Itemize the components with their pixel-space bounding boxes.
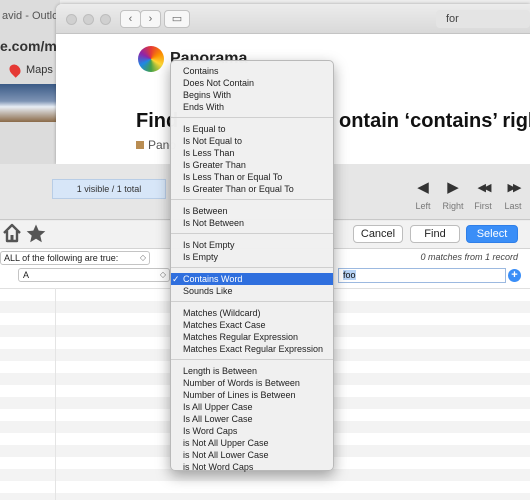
menu-item[interactable]: ✓ Contains Word xyxy=(171,273,333,285)
menu-item[interactable]: is Not All Lower Case xyxy=(171,449,333,461)
nav-last-label: Last xyxy=(504,201,522,211)
menu-item[interactable]: Is Word Caps xyxy=(171,425,333,437)
menu-item[interactable]: Is Greater Than or Equal To xyxy=(171,183,333,195)
menu-item[interactable]: Matches Exact Case xyxy=(171,319,333,331)
menu-item[interactable]: is Not All Upper Case xyxy=(171,437,333,449)
bookmark-maps[interactable]: Maps xyxy=(7,62,53,78)
browser-tab-title[interactable]: avid - Outlo xyxy=(0,10,60,32)
article-headline-right: ontain ‘contains’ right xyxy=(339,110,530,132)
menu-item[interactable]: Is Not Between xyxy=(171,217,333,229)
background-photo xyxy=(0,84,58,122)
sidebar-toggle-icon[interactable]: ▭ xyxy=(164,10,190,28)
nav-last-button[interactable]: ▶▶ Last xyxy=(498,178,528,211)
back-button[interactable]: ‹ xyxy=(120,10,141,28)
record-count-badge: 1 visible / 1 total xyxy=(52,179,166,199)
checkmark-icon: ✓ xyxy=(172,274,180,284)
menu-item[interactable]: Is All Lower Case xyxy=(171,413,333,425)
category-square-icon xyxy=(136,141,144,149)
menu-item[interactable]: Sounds Like xyxy=(171,285,333,297)
menu-item[interactable]: Begins With xyxy=(171,89,333,101)
last-arrow-icon: ▶▶ xyxy=(507,182,522,194)
menu-item[interactable]: Matches Exact Regular Expression xyxy=(171,343,333,355)
menu-item[interactable]: Is Not Equal to xyxy=(171,135,333,147)
menu-item[interactable]: Does Not Contain xyxy=(171,77,333,89)
menu-item[interactable]: Is All Upper Case xyxy=(171,401,333,413)
window-minimize-icon[interactable] xyxy=(83,14,94,25)
background-browser-window: avid - Outlo e.com/mail/ Maps xyxy=(0,0,60,165)
browser-url-fragment[interactable]: e.com/mail/ xyxy=(0,38,60,60)
nav-right-label: Right xyxy=(442,201,464,211)
first-arrow-icon: ◀◀ xyxy=(477,182,492,194)
star-icon[interactable] xyxy=(26,224,46,243)
left-arrow-icon: ◀ xyxy=(417,179,429,196)
field-label: A xyxy=(23,270,30,280)
menu-item[interactable]: Is Equal to xyxy=(171,123,333,135)
right-arrow-icon: ▶ xyxy=(447,179,459,196)
nav-left-label: Left xyxy=(415,201,431,211)
menu-separator xyxy=(171,233,333,234)
value-input[interactable]: foo xyxy=(338,268,506,283)
match-count-text: 0 matches from 1 record xyxy=(420,252,518,262)
menu-separator xyxy=(171,359,333,360)
add-condition-icon[interactable]: + xyxy=(508,269,521,282)
address-field[interactable]: for xyxy=(436,10,530,28)
menu-item[interactable]: Is Empty xyxy=(171,251,333,263)
nav-right-button[interactable]: ▶ Right xyxy=(438,178,468,211)
menu-item[interactable]: Number of Words is Between xyxy=(171,377,333,389)
operator-dropdown-menu: Contains Does Not Contain Begins With Ends … xyxy=(170,60,334,473)
menu-item[interactable]: Is Less Than xyxy=(171,147,333,159)
find-button[interactable]: Find xyxy=(410,225,460,243)
menu-item[interactable]: Is Not Empty xyxy=(171,239,333,251)
updown-chevron-icon: ◇ xyxy=(139,253,146,262)
nav-left-button[interactable]: ◀ Left xyxy=(408,178,438,211)
home-icon[interactable] xyxy=(2,223,22,243)
menu-separator xyxy=(171,267,333,268)
menu-item[interactable]: is Not Word Caps xyxy=(171,461,333,473)
updown-chevron-icon: ◇ xyxy=(159,270,166,279)
bookmark-maps-label: Maps xyxy=(26,64,53,76)
menu-separator xyxy=(171,199,333,200)
match-mode-label: ALL of the following are true: xyxy=(4,253,119,263)
nav-first-button[interactable]: ◀◀ First xyxy=(468,178,498,211)
nav-first-label: First xyxy=(474,201,492,211)
window-close-icon[interactable] xyxy=(66,14,77,25)
select-button[interactable]: Select xyxy=(466,225,518,243)
match-mode-select[interactable]: ALL of the following are true: ◇ xyxy=(0,251,150,265)
cancel-button[interactable]: Cancel xyxy=(353,225,403,243)
panorama-logo xyxy=(138,46,164,72)
menu-item[interactable]: Length is Between xyxy=(171,365,333,377)
field-select[interactable]: A ◇ xyxy=(18,268,170,282)
menu-item[interactable]: Matches Regular Expression xyxy=(171,331,333,343)
menu-item-label: Contains Word xyxy=(183,274,243,284)
value-text: foo xyxy=(343,270,356,280)
menu-separator xyxy=(171,117,333,118)
safari-toolbar: ‹ › ▭ for xyxy=(56,4,530,34)
maps-pin-icon xyxy=(7,62,23,78)
column-divider xyxy=(55,288,56,500)
menu-item[interactable]: Contains xyxy=(171,65,333,77)
forward-button[interactable]: › xyxy=(140,10,161,28)
menu-item[interactable]: Is Between xyxy=(171,205,333,217)
menu-item[interactable]: Number of Lines is Between xyxy=(171,389,333,401)
menu-item[interactable]: Ends With xyxy=(171,101,333,113)
menu-item[interactable]: Matches (Wildcard) xyxy=(171,307,333,319)
window-zoom-icon[interactable] xyxy=(100,14,111,25)
menu-item[interactable]: Is Greater Than xyxy=(171,159,333,171)
menu-item[interactable]: Is Less Than or Equal To xyxy=(171,171,333,183)
menu-separator xyxy=(171,301,333,302)
